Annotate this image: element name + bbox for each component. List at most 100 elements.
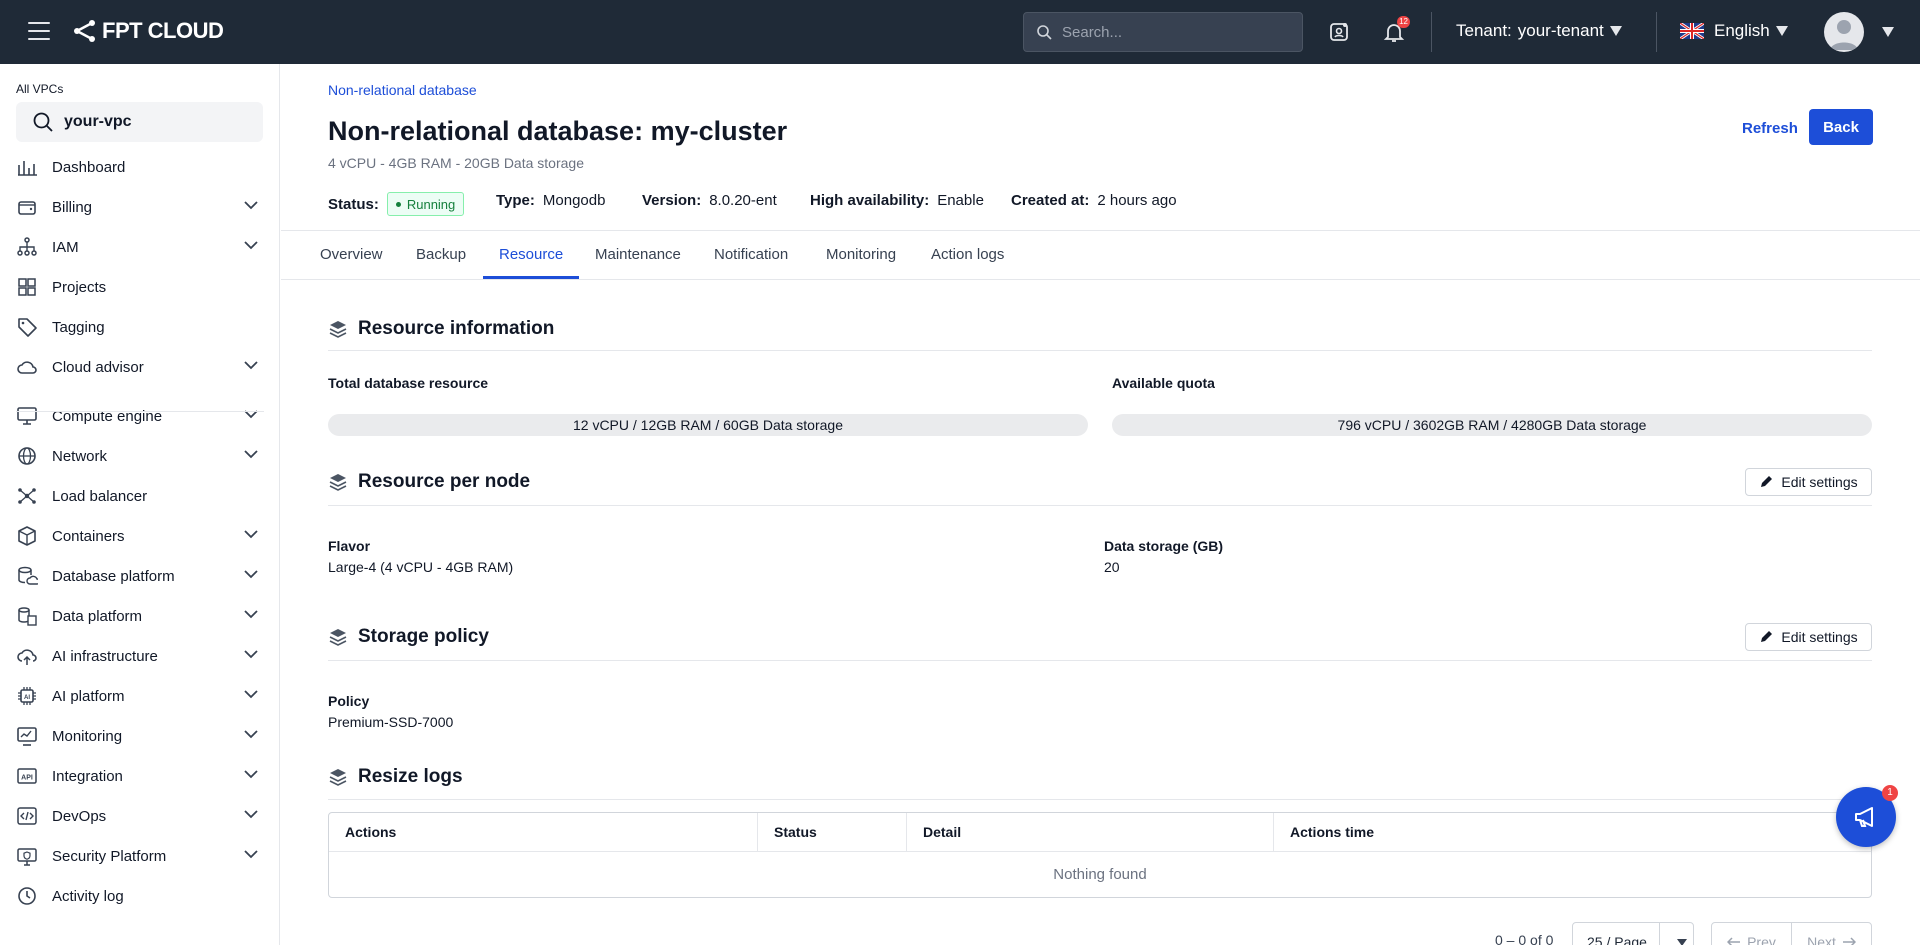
chevron-down-icon[interactable] [244,201,258,210]
tab-notification[interactable]: Notification [714,246,788,263]
search-icon [1037,25,1052,40]
sidebar-item-label: Security Platform [52,847,167,865]
vpc-selector[interactable]: your-vpc [16,102,263,142]
chevron-down-icon[interactable] [244,650,258,659]
per-node-section-title: Resource per node [328,471,530,493]
search-input[interactable] [1062,23,1282,41]
chevron-down-icon[interactable] [244,361,258,370]
sidebar-item-containers[interactable]: Containers [0,516,279,556]
chevron-down-icon[interactable] [244,770,258,779]
breadcrumb[interactable]: Non-relational database [328,82,477,98]
sidebar-item-integration[interactable]: API Integration [0,756,279,796]
sidebar-item-label: Load balancer [52,487,148,505]
status-value: Running [406,196,456,212]
sidebar-item-iam[interactable]: IAM [0,227,279,267]
tab-action-logs[interactable]: Action logs [931,246,1004,263]
version-value: 8.0.20-ent [709,192,777,209]
tenant-label: Tenant: [1456,21,1512,40]
chevron-down-icon[interactable] [244,850,258,859]
sidebar-item-data-platform[interactable]: Data platform [0,596,279,636]
sidebar-item-ai-platform[interactable]: AI AI platform [0,676,279,716]
vpc-value: your-vpc [64,113,132,130]
bell-icon[interactable]: 12 [1382,16,1410,44]
chevron-down-icon[interactable] [244,241,258,250]
policy-value: Premium-SSD-7000 [328,714,454,730]
section-title-text: Storage policy [358,626,489,647]
sidebar-item-tagging[interactable]: Tagging [0,307,279,347]
menu-icon[interactable] [28,22,50,40]
divider [328,799,1872,800]
sidebar-item-billing[interactable]: Billing [0,187,279,227]
chevron-down-icon[interactable] [244,690,258,699]
prev-label: Prev [1747,934,1776,945]
tab-resource[interactable]: Resource [499,246,563,263]
type-value: Mongodb [542,192,606,209]
tab-maintenance[interactable]: Maintenance [595,246,681,263]
created-value: 2 hours ago [1097,192,1177,209]
edit-node-settings-button[interactable]: Edit settings [1745,468,1872,496]
column-header[interactable]: Actions time [1274,813,1871,851]
column-header[interactable]: Status [758,813,907,851]
vpc-label: All VPCs [16,82,64,96]
caret-down-icon [1609,26,1622,36]
column-header[interactable]: Detail [907,813,1274,851]
language-selector[interactable]: English [1680,21,1788,41]
page-subtitle: 4 vCPU - 4GB RAM - 20GB Data storage [328,155,584,171]
total-resource-value: 12 vCPU / 12GB RAM / 60GB Data storage [328,414,1088,436]
dashboard-icon [16,156,38,178]
sidebar-item-activity-log[interactable]: Activity log [0,876,279,916]
sidebar-item-label: AI platform [52,687,125,705]
refresh-button[interactable]: Refresh [1728,110,1812,146]
section-title-text: Resize logs [358,766,463,787]
layers-icon [329,474,347,491]
chevron-down-icon[interactable] [244,450,258,459]
edit-storage-settings-button[interactable]: Edit settings [1745,623,1872,651]
brand-logo[interactable]: FPT CLOUD [72,18,224,44]
chevron-down-icon[interactable] [244,570,258,579]
sidebar-item-dashboard[interactable]: Dashboard [0,147,279,187]
sidebar-item-projects[interactable]: Projects [0,267,279,307]
chevron-down-icon[interactable] [244,530,258,539]
sidebar-item-security-platform[interactable]: Security Platform [0,836,279,876]
back-button[interactable]: Back [1809,109,1873,145]
tab-monitoring[interactable]: Monitoring [826,246,896,263]
sidebar-item-monitoring[interactable]: Monitoring [0,716,279,756]
status-dot-icon [395,201,401,207]
sidebar-item-label: Tagging [52,318,105,336]
divider [281,279,1920,280]
column-header[interactable]: Actions [329,813,758,851]
tab-backup[interactable]: Backup [416,246,466,263]
clock-icon [16,885,38,907]
divider [1431,12,1432,52]
sidebar-item-network[interactable]: Network [0,436,279,476]
next-page-button[interactable]: Next [1791,923,1871,945]
contact-card-icon[interactable] [1327,20,1351,44]
search-icon [33,112,53,132]
sidebar-item-load-balancer[interactable]: Load balancer [0,476,279,516]
type-label: Type: [496,192,535,209]
caret-down-icon[interactable] [1882,27,1894,37]
brand-name: FPT CLOUD [102,18,224,43]
divider [1656,12,1657,52]
created-field: Created at: 2 hours ago [1011,192,1177,209]
sidebar-item-cloud-advisor[interactable]: Cloud advisor [0,347,279,387]
page-size-select[interactable]: 25 / Page [1572,922,1694,945]
chevron-down-icon[interactable] [244,810,258,819]
prev-page-button[interactable]: Prev [1712,923,1791,945]
announcement-button[interactable]: 1 [1836,785,1898,847]
global-search[interactable] [1023,12,1303,52]
box-icon [16,525,38,547]
divider [328,505,1872,506]
sidebar-item-devops[interactable]: DevOps [0,796,279,836]
sidebar-item-compute-engine[interactable]: Compute engine [0,396,279,436]
caret-down-icon [1677,939,1687,945]
chevron-down-icon[interactable] [244,610,258,619]
user-avatar[interactable] [1824,12,1864,52]
tenant-selector[interactable]: Tenant: your-tenant [1456,21,1622,41]
language-value: English [1714,21,1770,40]
sidebar-item-ai-infrastructure[interactable]: AI infrastructure [0,636,279,676]
tab-overview[interactable]: Overview [320,246,383,263]
chevron-down-icon[interactable] [244,730,258,739]
sidebar-item-label: Database platform [52,567,175,585]
sidebar-item-database-platform[interactable]: Database platform [0,556,279,596]
